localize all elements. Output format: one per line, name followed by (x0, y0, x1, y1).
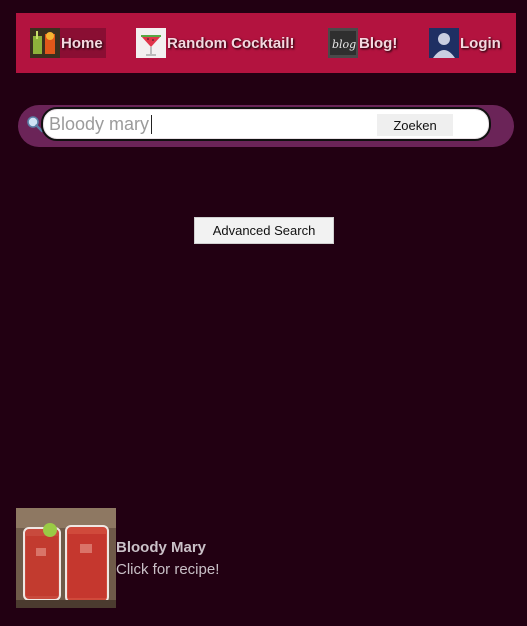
nav-login[interactable]: Login (429, 28, 501, 58)
watermelon-cocktail-icon (136, 28, 166, 58)
cocktail-glasses-icon (30, 28, 60, 58)
nav-home-label: Home (61, 34, 103, 52)
nav-random-label: Random Cocktail! (167, 34, 295, 52)
nav-blog[interactable]: blog Blog! (328, 28, 397, 58)
top-navigation: Home Random Cocktail! blog Blog! Login (16, 13, 516, 73)
user-avatar-icon (429, 28, 459, 58)
text-caret (151, 115, 152, 134)
result-subtitle: Click for recipe! (116, 561, 220, 578)
advanced-search-button[interactable]: Advanced Search (194, 217, 334, 244)
nav-random-cocktail[interactable]: Random Cocktail! (136, 28, 295, 58)
result-card[interactable]: Bloody Mary Click for recipe! (16, 508, 256, 608)
nav-home[interactable]: Home (30, 28, 106, 58)
search-input[interactable] (49, 112, 369, 136)
blog-chalkboard-icon: blog (328, 28, 358, 58)
search-bar: Zoeken (18, 105, 514, 147)
nav-blog-label: Blog! (359, 34, 398, 52)
bloody-mary-thumbnail (16, 508, 116, 608)
svg-text:blog: blog (332, 38, 356, 51)
search-submit-button[interactable]: Zoeken (377, 114, 453, 136)
nav-login-label: Login (460, 34, 501, 52)
result-title: Bloody Mary (116, 539, 207, 556)
search-field[interactable]: Zoeken (41, 107, 491, 141)
